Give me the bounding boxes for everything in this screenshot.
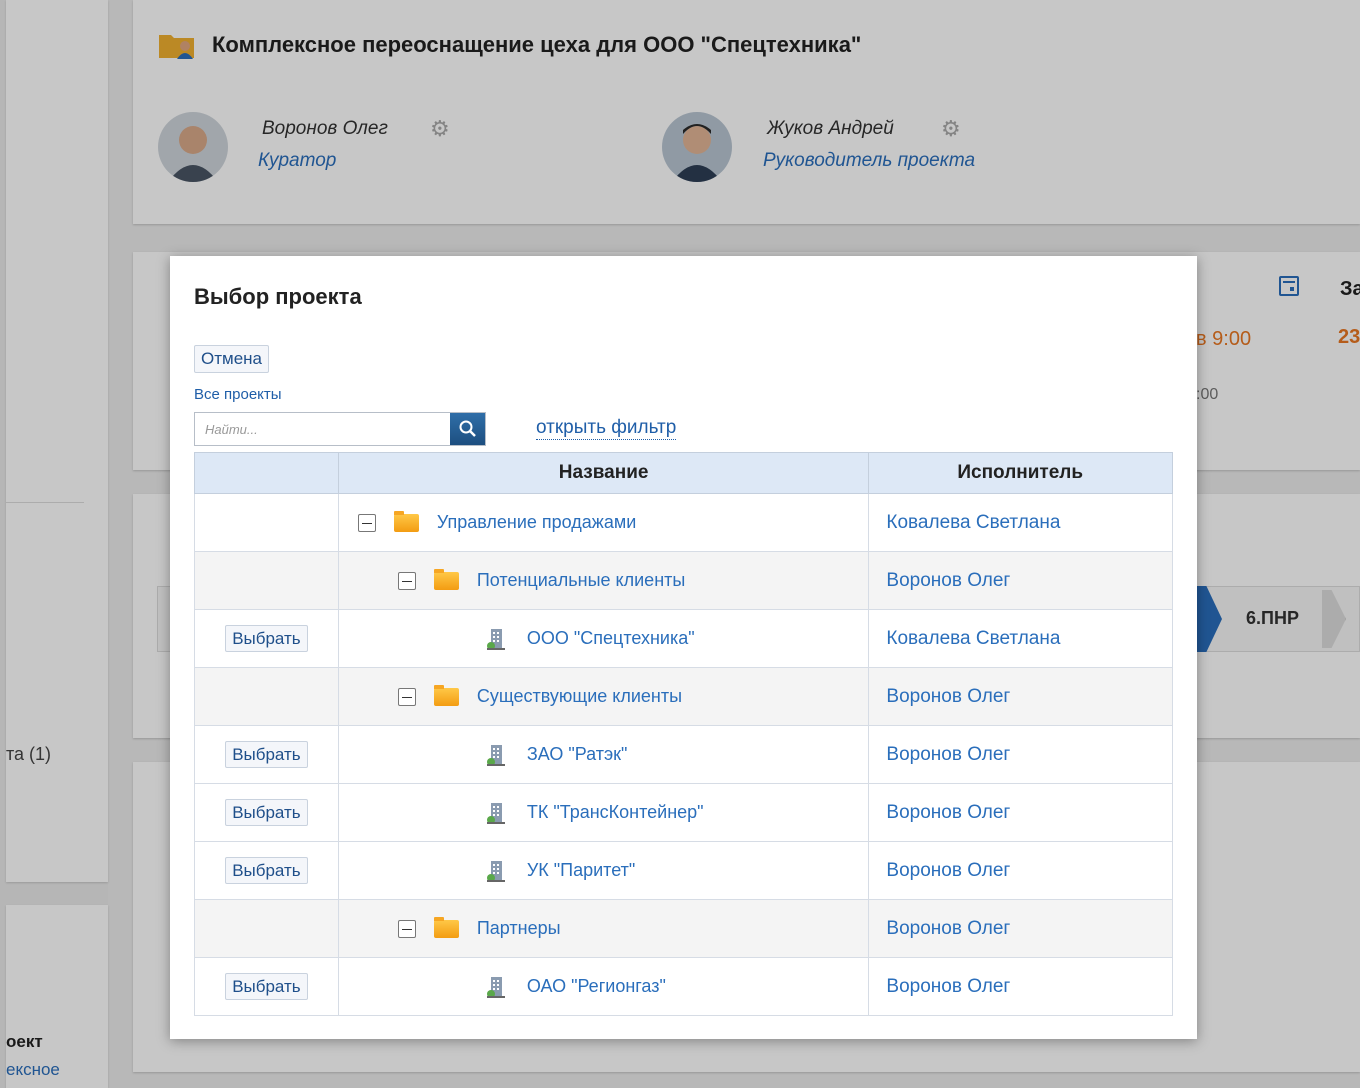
executor-link[interactable]: Воронов Олег bbox=[868, 725, 1173, 784]
select-cell: Выбрать bbox=[194, 841, 339, 900]
select-cell: Выбрать bbox=[194, 957, 339, 1016]
column-header-select bbox=[194, 452, 339, 494]
project-link[interactable]: ОАО "Регионгаз" bbox=[527, 976, 666, 997]
table-header-row: Название Исполнитель bbox=[194, 452, 1173, 494]
select-cell: Выбрать bbox=[194, 783, 339, 842]
select-button[interactable]: Выбрать bbox=[225, 741, 308, 768]
name-cell: Существующие клиенты bbox=[337, 667, 870, 726]
name-cell: Управление продажами bbox=[337, 493, 870, 552]
tree-node: ТК "ТрансКонтейнер" bbox=[340, 801, 868, 825]
select-cell: Выбрать bbox=[194, 609, 339, 668]
select-cell bbox=[194, 667, 339, 726]
folder-link[interactable]: Существующие клиенты bbox=[477, 686, 682, 707]
dialog-title: Выбор проекта bbox=[194, 284, 362, 309]
project-link[interactable]: ЗАО "Ратэк" bbox=[527, 744, 628, 765]
select-button[interactable]: Выбрать bbox=[225, 799, 308, 826]
project-select-dialog: Выбор проекта Отмена Все проекты открыть… bbox=[170, 256, 1197, 1039]
cancel-button[interactable]: Отмена bbox=[194, 345, 269, 373]
collapse-toggle-icon[interactable] bbox=[397, 571, 416, 590]
table-row: Выбрать ООО "Спецтехника" Ковалева Светлан… bbox=[194, 609, 1173, 668]
table-row: Выбрать УК "Паритет" Воронов Олег bbox=[194, 841, 1173, 900]
select-button[interactable]: Выбрать bbox=[225, 857, 308, 884]
select-cell bbox=[194, 899, 339, 958]
executor-link[interactable]: Ковалева Светлана bbox=[868, 493, 1173, 552]
search-input[interactable] bbox=[195, 413, 452, 445]
project-link[interactable]: УК "Паритет" bbox=[527, 860, 635, 881]
search-icon bbox=[459, 420, 476, 437]
table-row: Существующие клиенты Воронов Олег bbox=[194, 667, 1173, 726]
company-building-icon bbox=[486, 744, 505, 766]
name-cell: Партнеры bbox=[337, 899, 870, 958]
project-link[interactable]: ТК "ТрансКонтейнер" bbox=[527, 802, 704, 823]
select-button[interactable]: Выбрать bbox=[225, 625, 308, 652]
project-link[interactable]: ООО "Спецтехника" bbox=[527, 628, 695, 649]
collapse-toggle-icon[interactable] bbox=[397, 919, 416, 938]
column-header-name[interactable]: Название bbox=[337, 452, 870, 494]
executor-link[interactable]: Воронов Олег bbox=[868, 667, 1173, 726]
table-row: Выбрать ОАО "Регионгаз" Воронов Олег bbox=[194, 957, 1173, 1016]
company-building-icon bbox=[486, 976, 505, 998]
search-box bbox=[194, 412, 486, 446]
select-cell bbox=[194, 551, 339, 610]
tree-node: ОАО "Регионгаз" bbox=[340, 975, 868, 999]
name-cell: Потенциальные клиенты bbox=[337, 551, 870, 610]
tree-node: ЗАО "Ратэк" bbox=[340, 743, 868, 767]
executor-link[interactable]: Воронов Олег bbox=[868, 783, 1173, 842]
tree-node: ООО "Спецтехника" bbox=[340, 627, 868, 651]
folder-link[interactable]: Партнеры bbox=[477, 918, 561, 939]
folder-link[interactable]: Управление продажами bbox=[437, 512, 636, 533]
executor-link[interactable]: Воронов Олег bbox=[868, 899, 1173, 958]
folder-icon bbox=[433, 684, 459, 706]
projects-table: Название Исполнитель Управление продажам… bbox=[194, 452, 1173, 1016]
table-row: Управление продажами Ковалева Светлана bbox=[194, 493, 1173, 552]
name-cell: ЗАО "Ратэк" bbox=[337, 725, 870, 784]
folder-icon bbox=[433, 568, 459, 590]
name-cell: ООО "Спецтехника" bbox=[337, 609, 870, 668]
tree-node: УК "Паритет" bbox=[340, 859, 868, 883]
executor-link[interactable]: Воронов Олег bbox=[868, 551, 1173, 610]
name-cell: ТК "ТрансКонтейнер" bbox=[337, 783, 870, 842]
folder-icon bbox=[433, 916, 459, 938]
collapse-toggle-icon[interactable] bbox=[357, 513, 376, 532]
table-row: Партнеры Воронов Олег bbox=[194, 899, 1173, 958]
table-row: Выбрать ТК "ТрансКонтейнер" Воронов Олег bbox=[194, 783, 1173, 842]
name-cell: УК "Паритет" bbox=[337, 841, 870, 900]
tree-node: Существующие клиенты bbox=[340, 684, 868, 707]
folder-link[interactable]: Потенциальные клиенты bbox=[477, 570, 685, 591]
tree-node: Потенциальные клиенты bbox=[340, 568, 868, 591]
select-cell bbox=[194, 493, 339, 552]
name-cell: ОАО "Регионгаз" bbox=[337, 957, 870, 1016]
company-building-icon bbox=[486, 628, 505, 650]
executor-link[interactable]: Ковалева Светлана bbox=[868, 609, 1173, 668]
folder-icon bbox=[393, 510, 419, 532]
table-row: Выбрать ЗАО "Ратэк" Воронов Олег bbox=[194, 725, 1173, 784]
open-filter-link[interactable]: открыть фильтр bbox=[536, 417, 677, 440]
executor-link[interactable]: Воронов Олег bbox=[868, 841, 1173, 900]
collapse-toggle-icon[interactable] bbox=[397, 687, 416, 706]
company-building-icon bbox=[486, 860, 505, 882]
tree-node: Управление продажами bbox=[340, 510, 868, 533]
search-button[interactable] bbox=[450, 413, 485, 445]
tree-node: Партнеры bbox=[340, 916, 868, 939]
column-header-executor[interactable]: Исполнитель bbox=[868, 452, 1173, 494]
executor-link[interactable]: Воронов Олег bbox=[868, 957, 1173, 1016]
select-button[interactable]: Выбрать bbox=[225, 973, 308, 1000]
table-body: Управление продажами Ковалева Светлана Пот… bbox=[194, 493, 1173, 1016]
table-row: Потенциальные клиенты Воронов Олег bbox=[194, 551, 1173, 610]
all-projects-link[interactable]: Все проекты bbox=[194, 386, 282, 403]
company-building-icon bbox=[486, 802, 505, 824]
select-cell: Выбрать bbox=[194, 725, 339, 784]
